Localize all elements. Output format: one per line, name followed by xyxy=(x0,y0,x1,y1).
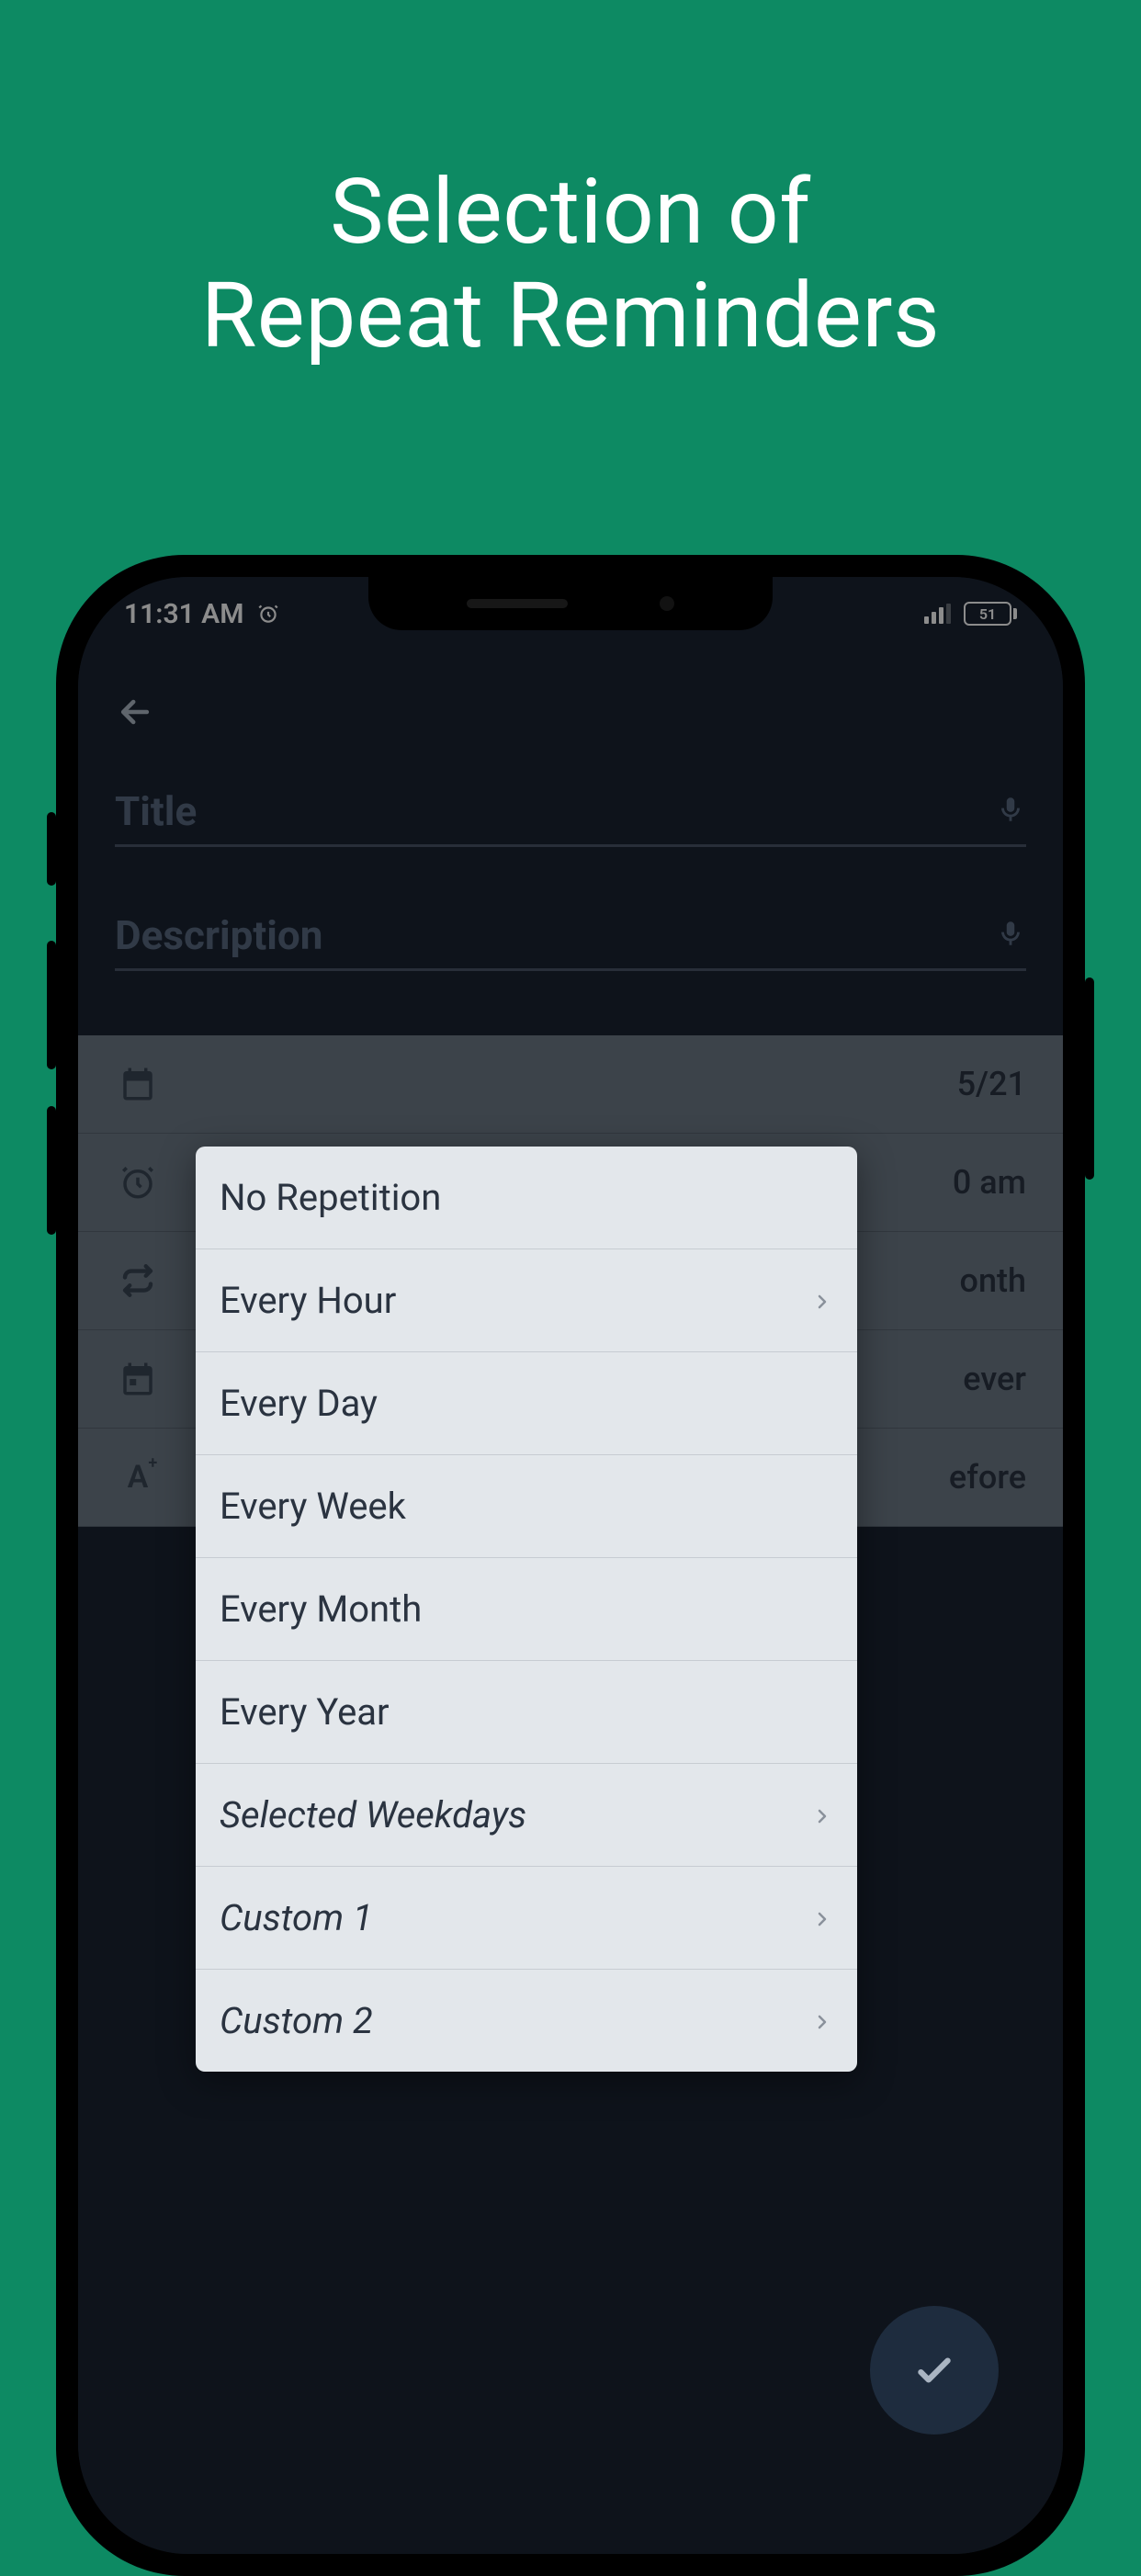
repeat-option-label: Every Hour xyxy=(220,1279,396,1322)
promo-line-2: Repeat Reminders xyxy=(0,265,1141,368)
phone-side-button xyxy=(47,941,56,1069)
phone-screen: 11:31 AM 51 xyxy=(78,577,1063,2554)
repeat-option-label: Every Week xyxy=(220,1485,406,1528)
repeat-option-label: Every Year xyxy=(220,1690,390,1734)
repeat-option[interactable]: No Repetition xyxy=(196,1147,857,1249)
repeat-option-label: Every Month xyxy=(220,1587,422,1631)
repeat-option[interactable]: Every Day xyxy=(196,1352,857,1455)
phone-side-button xyxy=(47,812,56,886)
repeat-option-label: Every Day xyxy=(220,1382,378,1425)
repeat-option[interactable]: Every Week xyxy=(196,1455,857,1558)
repeat-option[interactable]: Every Year xyxy=(196,1661,857,1764)
repeat-option-label: No Repetition xyxy=(220,1176,441,1219)
phone-frame: 11:31 AM 51 xyxy=(56,555,1085,2576)
repeat-option[interactable]: Every Month xyxy=(196,1558,857,1661)
chevron-right-icon xyxy=(811,1999,833,2042)
chevron-right-icon xyxy=(811,1896,833,1939)
repeat-option[interactable]: Every Hour xyxy=(196,1249,857,1352)
repeat-option[interactable]: Selected Weekdays xyxy=(196,1764,857,1867)
chevron-right-icon xyxy=(811,1279,833,1322)
phone-side-button xyxy=(47,1106,56,1235)
confirm-fab[interactable] xyxy=(870,2306,999,2435)
repeat-option-label: Selected Weekdays xyxy=(220,1793,526,1836)
chevron-right-icon xyxy=(811,1793,833,1836)
repeat-popup: No Repetition Every Hour Every Day Every We… xyxy=(196,1147,857,2072)
promo-line-1: Selection of xyxy=(0,161,1141,265)
promo-title: Selection of Repeat Reminders xyxy=(0,0,1141,367)
repeat-option[interactable]: Custom 2 xyxy=(196,1970,857,2072)
phone-side-button xyxy=(1085,977,1094,1180)
repeat-option-label: Custom 1 xyxy=(220,1896,373,1939)
repeat-option-label: Custom 2 xyxy=(220,1999,373,2042)
repeat-option[interactable]: Custom 1 xyxy=(196,1867,857,1970)
